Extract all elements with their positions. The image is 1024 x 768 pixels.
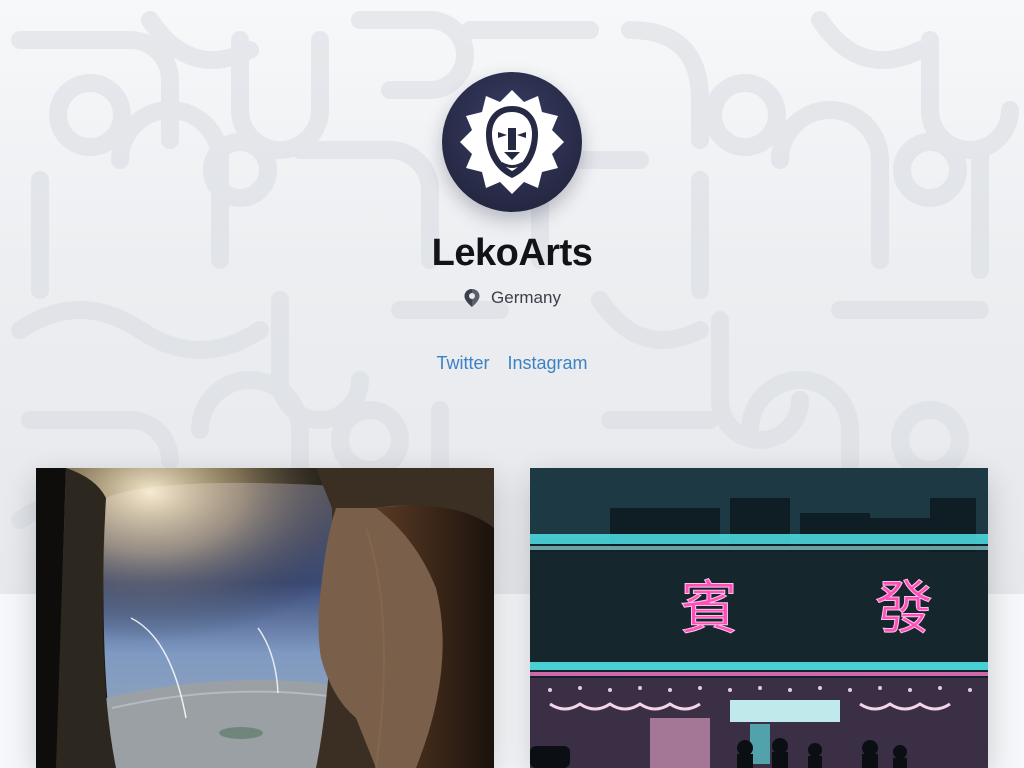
avatar — [442, 72, 582, 212]
project-image-airplane-window — [36, 468, 494, 768]
project-image-neon-market: 賓 發 — [530, 468, 988, 768]
neon-sign-right: 發 — [875, 574, 933, 642]
lion-logo-icon — [460, 90, 564, 194]
location-text: Germany — [491, 288, 561, 307]
neon-sign-left: 賓 — [680, 574, 738, 642]
page: LekoArts Germany Twitter Instagram 賓 發 — [0, 0, 1024, 768]
profile-location: Germany — [0, 288, 1024, 308]
project-card-airplane[interactable] — [36, 468, 494, 768]
social-links: Twitter Instagram — [0, 353, 1024, 374]
profile-name: LekoArts — [431, 232, 593, 274]
instagram-link[interactable]: Instagram — [507, 353, 587, 374]
twitter-link[interactable]: Twitter — [436, 353, 489, 374]
project-card-neon-market[interactable]: 賓 發 — [530, 468, 988, 768]
map-pin-icon — [464, 289, 480, 307]
